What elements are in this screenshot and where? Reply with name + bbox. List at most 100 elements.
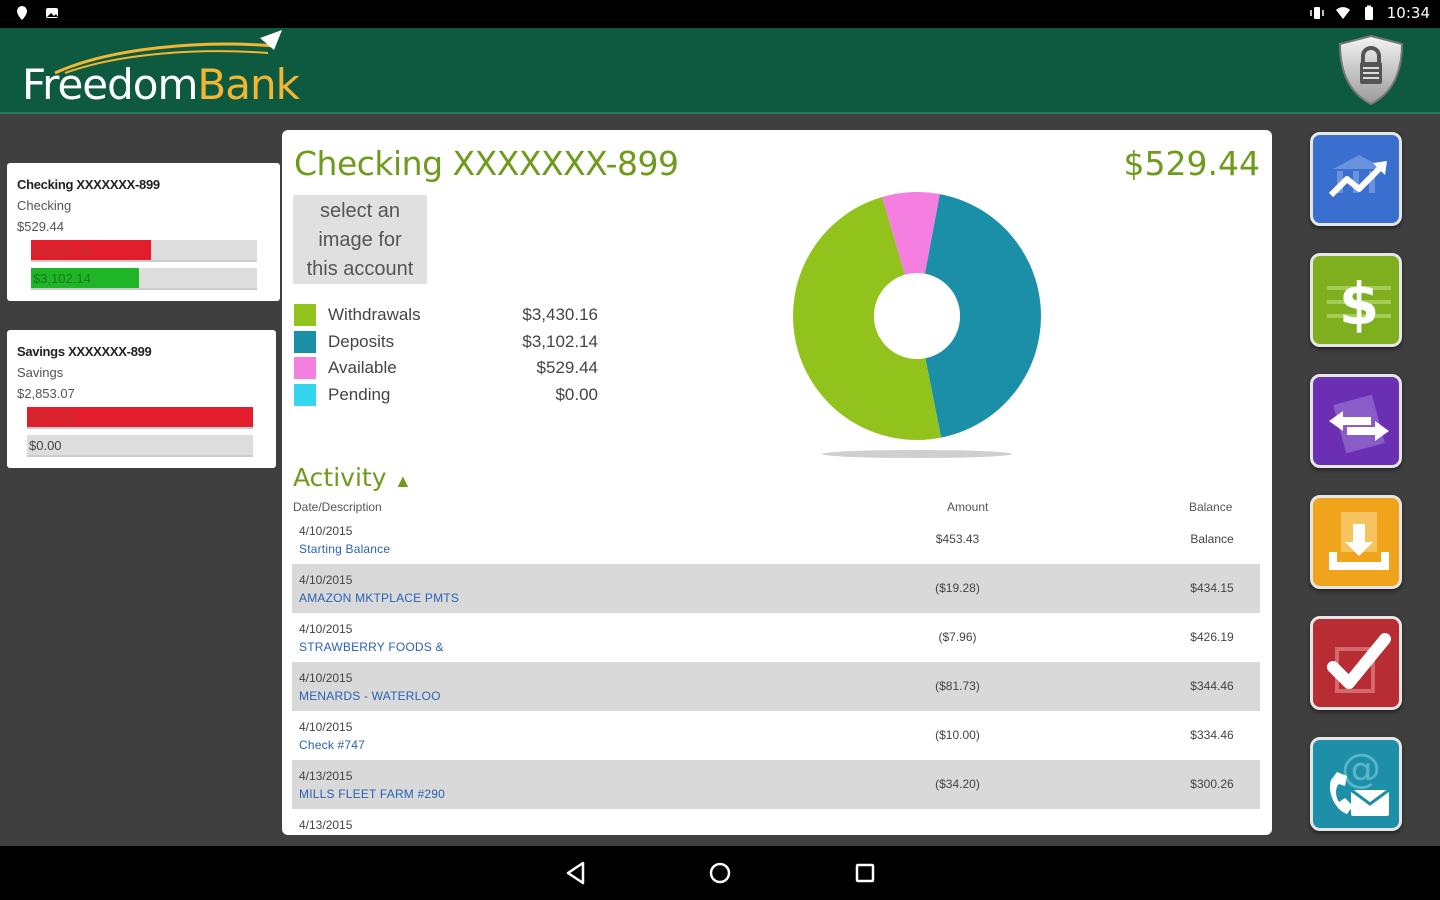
legend-value: $0.00 [555, 384, 598, 404]
status-time: 10:34 [1386, 4, 1430, 22]
home-icon[interactable] [707, 860, 733, 886]
tx-description: Check #747 [299, 738, 366, 752]
transaction-row[interactable]: 4/10/2015 AMAZON MKTPLACE PMTS ($19.28) … [292, 564, 1260, 613]
tx-balance: $434.15 [1190, 581, 1234, 595]
tx-amount: ($19.28) [935, 581, 980, 595]
tx-date: 4/10/2015 [299, 573, 353, 587]
transaction-row[interactable]: 4/10/2015 Starting Balance $453.43 Balan… [292, 515, 1260, 564]
legend-label: Deposits [328, 331, 395, 351]
invest-button[interactable] [1310, 132, 1402, 226]
withdrawals-bar: $3,430.16 [31, 240, 257, 262]
collapse-arrow-icon[interactable]: ▲ [394, 471, 412, 492]
tx-amount: $453.43 [935, 532, 980, 546]
legend-swatch-available [294, 357, 316, 380]
col-header-amount: Amount [947, 500, 989, 514]
col-header-date: Date/Description [293, 500, 382, 514]
tx-date-partial: 4/13/2015 [299, 818, 353, 832]
deposits-bar-label: $3,102.14 [33, 271, 91, 286]
vibrate-icon [1310, 7, 1324, 19]
deposit-button[interactable] [1310, 495, 1402, 589]
tx-balance: $344.46 [1190, 679, 1234, 693]
battery-icon [1364, 5, 1373, 20]
account-balance: $2,853.07 [17, 386, 75, 401]
donut-hole [874, 273, 960, 359]
dollar-icon: $ [1327, 270, 1391, 338]
tx-balance: $426.19 [1190, 630, 1234, 644]
balance-donut-chart [793, 192, 1041, 458]
activity-heading[interactable]: Activity [293, 463, 387, 492]
tx-description: Starting Balance [299, 542, 391, 556]
transfer-button[interactable] [1310, 374, 1402, 468]
withdrawals-bar: $250.00 [27, 407, 253, 429]
legend-swatch-deposits [294, 330, 316, 353]
tx-amount: ($7.96) [938, 630, 977, 644]
logo-text-freedom: Freedom [22, 60, 198, 109]
android-nav-bar [0, 846, 1440, 900]
account-title: Checking XXXXXXX-899 [17, 177, 160, 192]
image-icon [46, 8, 58, 18]
tx-balance: $334.46 [1190, 728, 1234, 742]
deposits-bar: $3,102.14 [31, 268, 257, 290]
tx-date: 4/10/2015 [299, 720, 353, 734]
account-type: Checking [17, 198, 72, 213]
select-image-line2: image for [318, 229, 402, 251]
svg-text:@: @ [1341, 746, 1381, 792]
status-bar: 10:34 [0, 0, 1440, 28]
legend-label: Available [328, 358, 397, 378]
bill-pay-button[interactable] [1310, 616, 1402, 710]
back-icon[interactable] [563, 860, 589, 886]
legend-value: $3,430.16 [522, 305, 598, 325]
account-card-checking[interactable]: Checking XXXXXXX-899 Checking $529.44 $3… [7, 163, 280, 301]
chart-shadow [822, 450, 1012, 458]
pay-button[interactable]: $ [1310, 253, 1402, 347]
col-header-balance: Balance [1189, 500, 1233, 514]
invest-icon [1328, 155, 1387, 198]
tx-balance: $300.26 [1190, 777, 1234, 791]
deposits-bar: $0.00 [27, 435, 253, 457]
account-title: Savings XXXXXXX-899 [17, 344, 152, 359]
contact-button[interactable]: @ [1310, 737, 1402, 831]
transaction-row[interactable]: 4/10/2015 Check #747 ($10.00) $334.46 [292, 711, 1260, 760]
brand-logo: FreedomBank [22, 60, 300, 109]
transaction-row[interactable]: 4/13/2015 MILLS FLEET FARM #290 ($34.20)… [292, 760, 1260, 809]
svg-text:$: $ [1339, 270, 1379, 338]
app-header: FreedomBank [0, 28, 1440, 114]
legend-value: $529.44 [536, 358, 598, 378]
withdrawals-bar-label: $3,430.16 [33, 243, 91, 258]
legend-swatch-withdrawals [294, 304, 316, 327]
account-balance-heading: $529.44 [1123, 144, 1260, 183]
legend-item: Deposits $3,102.14 [294, 329, 598, 356]
transaction-row[interactable]: 4/10/2015 MENARDS - WATERLOO ($81.73) $3… [292, 662, 1260, 711]
legend-item: Pending $0.00 [294, 382, 598, 409]
tx-amount: ($81.73) [935, 679, 980, 693]
legend-swatch-pending [294, 383, 316, 406]
tx-date: 4/13/2015 [299, 769, 353, 783]
select-image-line3: this account [306, 258, 414, 280]
deposits-bar-label: $0.00 [29, 438, 62, 453]
tx-balance: Balance [1190, 532, 1234, 546]
tx-description: MILLS FLEET FARM #290 [299, 787, 446, 801]
location-icon [17, 6, 27, 20]
withdrawals-bar-label: $250.00 [29, 410, 76, 425]
legend-item: Available $529.44 [294, 355, 598, 382]
tx-description: STRAWBERRY FOODS & [299, 640, 444, 654]
select-image-button[interactable]: select an image for this account [293, 195, 427, 284]
recents-icon[interactable] [852, 860, 878, 886]
tx-amount: ($34.20) [935, 777, 980, 791]
tx-date: 4/10/2015 [299, 524, 353, 538]
legend-label: Withdrawals [328, 305, 421, 325]
legend-value: $3,102.14 [522, 331, 598, 351]
tx-date: 4/10/2015 [299, 671, 353, 685]
checkmark-icon [1327, 633, 1391, 693]
lock-icon[interactable] [1336, 34, 1406, 106]
tx-description: MENARDS - WATERLOO [299, 689, 441, 703]
account-balance: $529.44 [17, 219, 64, 234]
deposit-icon [1329, 512, 1389, 570]
transaction-row[interactable]: 4/10/2015 STRAWBERRY FOODS & ($7.96) $42… [292, 613, 1260, 662]
account-heading: Checking XXXXXXX-899 [294, 144, 679, 183]
account-card-savings[interactable]: Savings XXXXXXX-899 Savings $2,853.07 $2… [7, 330, 276, 468]
legend-label: Pending [328, 384, 391, 404]
wifi-icon [1335, 7, 1350, 19]
tx-date: 4/10/2015 [299, 622, 353, 636]
transfer-icon [1329, 394, 1389, 454]
